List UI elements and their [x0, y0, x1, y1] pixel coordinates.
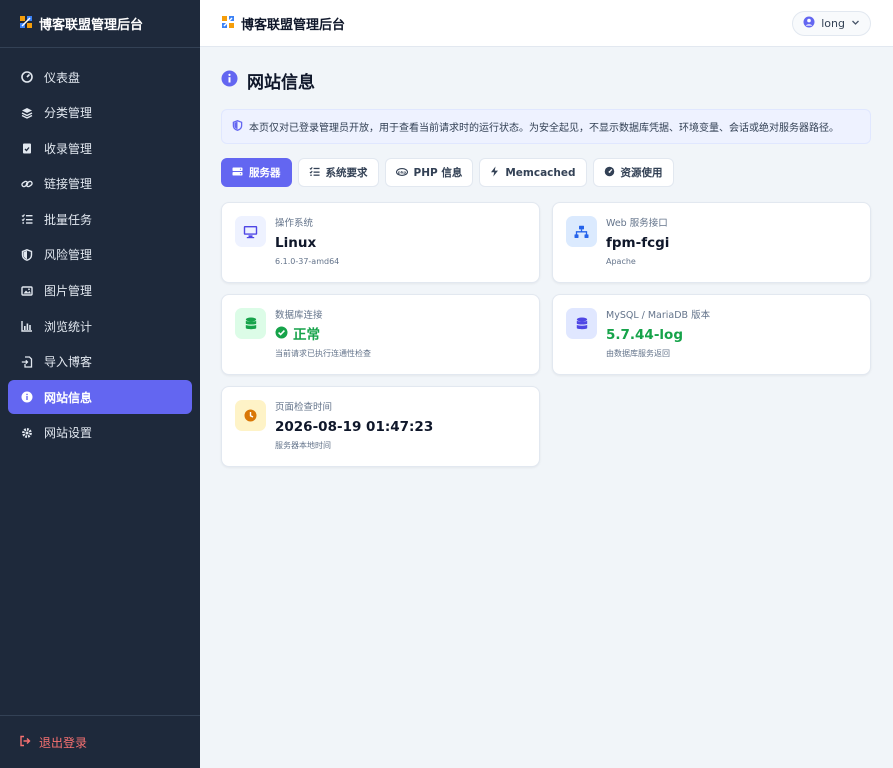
sidebar-item-label: 风险管理 — [44, 248, 93, 263]
bar-chart-icon — [20, 319, 34, 333]
header-title: 博客联盟管理后台 — [241, 17, 346, 33]
card-value: 正常 — [293, 327, 320, 343]
svg-text:php: php — [397, 169, 405, 174]
sidebar-item-dashboard[interactable]: 仪表盘 — [8, 60, 192, 94]
sidebar-item-categories[interactable]: 分类管理 — [8, 96, 192, 130]
file-import-icon — [20, 355, 34, 369]
database-icon — [566, 308, 597, 339]
card-subtext: 由数据库服务返回 — [606, 349, 670, 358]
tab-php-info[interactable]: php PHP 信息 — [384, 158, 474, 187]
layers-icon — [20, 106, 34, 120]
page-title-text: 网站信息 — [247, 73, 315, 93]
sidebar-item-import[interactable]: 导入博客 — [8, 345, 192, 379]
sidebar-item-label: 图片管理 — [44, 284, 93, 299]
clipboard-check-icon — [20, 141, 34, 155]
sidebar-item-site-info[interactable]: 网站信息 — [8, 380, 192, 415]
sidebar-item-links[interactable]: 链接管理 — [8, 167, 192, 201]
logo-icon — [221, 14, 235, 33]
link-icon — [20, 177, 34, 191]
top-header: 博客联盟管理后台 long — [200, 0, 893, 47]
card-label: 页面检查时间 — [275, 402, 333, 413]
logout-label: 退出登录 — [39, 735, 88, 750]
network-icon — [566, 216, 597, 247]
logout-button[interactable]: 退出登录 — [0, 715, 200, 768]
card-subtext: 6.1.0-37-amd64 — [275, 257, 340, 266]
gauge-icon — [604, 166, 615, 180]
card-value-row: 正常 — [275, 323, 371, 347]
card-subtext: Apache — [606, 257, 636, 266]
tab-memcached[interactable]: Memcached — [479, 158, 587, 187]
sidebar-item-label: 收录管理 — [44, 141, 93, 156]
card-subtext: 当前请求已执行连通性检查 — [275, 349, 371, 358]
sidebar-item-label: 批量任务 — [44, 212, 93, 227]
tab-label: PHP 信息 — [413, 167, 463, 179]
list-check-icon — [20, 212, 34, 226]
sidebar-item-risk[interactable]: 风险管理 — [8, 238, 192, 272]
list-check-icon — [309, 166, 320, 180]
card-value: fpm-fcgi — [606, 235, 670, 251]
card-value: 5.7.44-log — [606, 327, 683, 343]
check-circle-icon — [275, 323, 288, 347]
images-icon — [20, 284, 34, 298]
sidebar: 博客联盟管理后台 仪表盘 分类管理 收录管理 链接管理 批量任务 风险管理 图片… — [0, 0, 200, 768]
user-circle-icon — [803, 16, 815, 31]
server-icon — [232, 166, 243, 180]
sidebar-item-settings[interactable]: 网站设置 — [8, 416, 192, 450]
notice-text: 本页仅对已登录管理员开放，用于查看当前请求时的运行状态。为安全起见，不显示数据库… — [249, 123, 839, 134]
card-label: MySQL / MariaDB 版本 — [606, 310, 711, 321]
user-menu-button[interactable]: long — [792, 11, 871, 36]
info-tabs: 服务器 系统要求 php PHP 信息 Memcached 资源使用 — [221, 158, 674, 187]
main-content: 网站信息 本页仅对已登录管理员开放，用于查看当前请求时的运行状态。为安全起见，不… — [200, 47, 893, 768]
sidebar-brand[interactable]: 博客联盟管理后台 — [0, 0, 200, 48]
bolt-icon — [490, 166, 499, 180]
card-label: Web 服务接口 — [606, 218, 668, 229]
shield-icon — [232, 119, 243, 134]
card-subtext: 服务器本地时间 — [275, 441, 331, 450]
chevron-down-icon — [851, 17, 860, 30]
info-circle-icon — [20, 390, 34, 404]
tab-system-requirements[interactable]: 系统要求 — [297, 158, 379, 187]
sidebar-item-label: 链接管理 — [44, 177, 93, 192]
logo-icon — [19, 14, 33, 33]
tab-resource-usage[interactable]: 资源使用 — [592, 158, 674, 187]
monitor-icon — [235, 216, 266, 247]
card-operating-system: 操作系统 Linux 6.1.0-37-amd64 — [221, 202, 540, 283]
card-value: 2026-08-19 01:47:23 — [275, 419, 434, 435]
tab-server[interactable]: 服务器 — [221, 158, 292, 187]
info-circle-icon — [221, 70, 238, 91]
gear-icon — [20, 426, 34, 440]
tab-label: 系统要求 — [325, 167, 368, 179]
security-notice: 本页仅对已登录管理员开放，用于查看当前请求时的运行状态。为安全起见，不显示数据库… — [221, 109, 871, 144]
tab-label: 资源使用 — [620, 167, 663, 179]
page-title: 网站信息 — [221, 68, 315, 93]
sidebar-item-label: 仪表盘 — [44, 70, 81, 85]
database-icon — [235, 308, 266, 339]
card-value: Linux — [275, 235, 317, 251]
shield-icon — [20, 248, 34, 262]
sidebar-item-label: 导入博客 — [44, 355, 93, 370]
clock-icon — [235, 400, 266, 431]
card-check-time: 页面检查时间 2026-08-19 01:47:23 服务器本地时间 — [221, 386, 540, 467]
sidebar-item-indexing[interactable]: 收录管理 — [8, 131, 192, 165]
sidebar-item-batch-tasks[interactable]: 批量任务 — [8, 202, 192, 236]
username: long — [821, 17, 845, 30]
sign-out-icon — [19, 735, 31, 750]
sidebar-item-images[interactable]: 图片管理 — [8, 274, 192, 308]
card-database-connection: 数据库连接 正常 当前请求已执行连通性检查 — [221, 294, 540, 375]
sidebar-item-label: 网站设置 — [44, 426, 93, 441]
card-web-server-interface: Web 服务接口 fpm-fcgi Apache — [552, 202, 871, 283]
tab-label: 服务器 — [249, 167, 281, 179]
card-label: 操作系统 — [275, 218, 314, 229]
sidebar-item-label: 浏览统计 — [44, 319, 93, 334]
gauge-icon — [20, 70, 34, 84]
php-icon: php — [395, 167, 408, 179]
sidebar-nav: 仪表盘 分类管理 收录管理 链接管理 批量任务 风险管理 图片管理 浏览统计 导… — [0, 48, 200, 450]
sidebar-item-stats[interactable]: 浏览统计 — [8, 309, 192, 343]
sidebar-item-label: 网站信息 — [44, 390, 93, 405]
card-label: 数据库连接 — [275, 310, 323, 321]
brand-name: 博客联盟管理后台 — [39, 18, 144, 33]
tab-label: Memcached — [505, 166, 576, 179]
card-mysql-version: MySQL / MariaDB 版本 5.7.44-log 由数据库服务返回 — [552, 294, 871, 375]
sidebar-item-label: 分类管理 — [44, 106, 93, 121]
